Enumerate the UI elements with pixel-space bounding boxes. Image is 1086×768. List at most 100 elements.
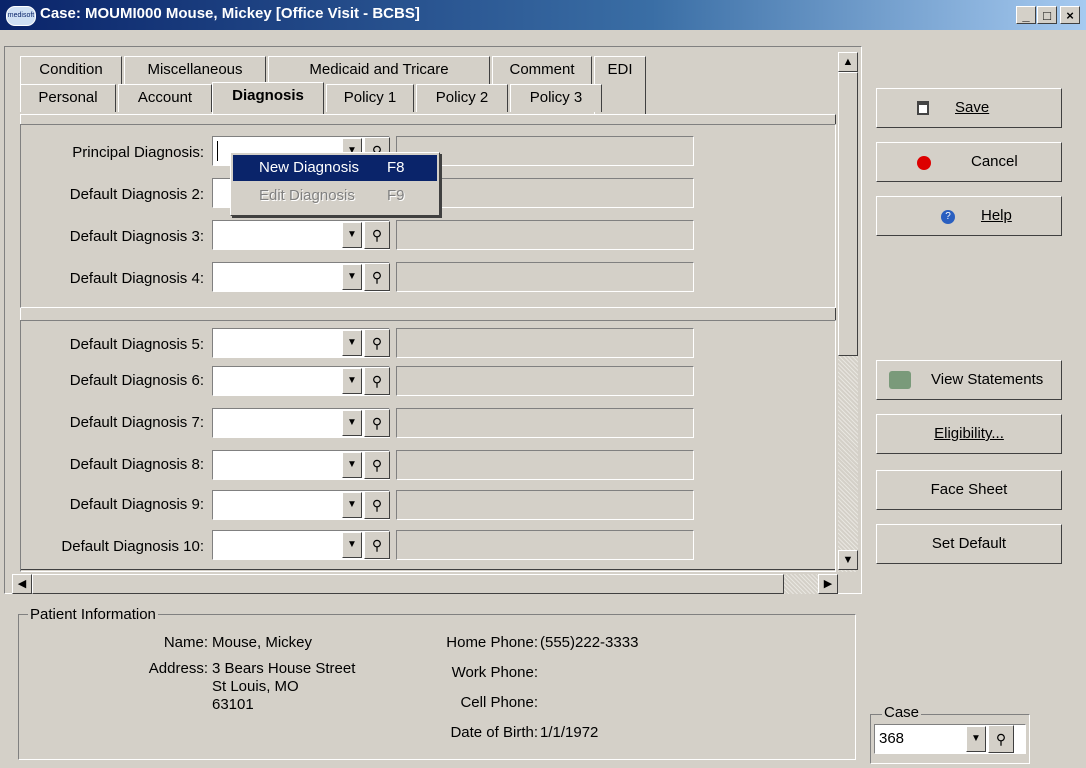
menu-item-shortcut: F9 — [387, 187, 405, 204]
menu-item-shortcut: F8 — [387, 159, 405, 176]
cancel-button-label: Cancel — [971, 153, 1018, 170]
diagnosis-description-2 — [396, 178, 694, 208]
dropdown-arrow-icon[interactable]: ▼ — [342, 330, 362, 356]
tab-miscellaneous[interactable]: Miscellaneous — [124, 56, 266, 84]
app-icon[interactable]: medisoft — [6, 6, 36, 26]
diagnosis-label-3: Default Diagnosis 3: — [69, 228, 204, 245]
close-button[interactable]: × — [1060, 6, 1080, 24]
lookup-magnifier-icon[interactable]: ⚲ — [364, 329, 390, 357]
diagnosis-context-menu: New Diagnosis F8 Edit Diagnosis F9 — [230, 152, 440, 216]
tab-diagnosis[interactable]: Diagnosis — [212, 82, 324, 114]
patient-name: Mouse, Mickey — [212, 634, 313, 651]
cancel-button[interactable]: Cancel — [876, 142, 1062, 182]
lookup-magnifier-icon[interactable]: ⚲ — [364, 409, 390, 437]
view-statements-label: View Statements — [931, 371, 1044, 388]
lookup-magnifier-icon[interactable]: ⚲ — [364, 451, 390, 479]
diagnosis-label-5: Default Diagnosis 5: — [69, 336, 204, 353]
diagnosis-label-8: Default Diagnosis 8: — [69, 456, 204, 473]
tab-policy-1[interactable]: Policy 1 — [326, 84, 414, 112]
tab-condition[interactable]: Condition — [20, 56, 122, 84]
menu-item-edit-diagnosis[interactable]: Edit Diagnosis F9 — [233, 183, 437, 209]
tab-medicaid-tricare[interactable]: Medicaid and Tricare — [268, 56, 490, 84]
eligibility-label: Eligibility... — [934, 425, 1004, 442]
patient-info-title: Patient Information — [28, 606, 158, 623]
text-cursor — [217, 141, 218, 161]
set-default-button[interactable]: Set Default — [876, 524, 1062, 564]
diagnosis-description-5 — [396, 328, 694, 358]
diagnosis-description-9 — [396, 490, 694, 520]
cancel-icon — [917, 156, 931, 170]
diagnosis-description-3 — [396, 220, 694, 250]
lookup-magnifier-icon[interactable]: ⚲ — [364, 263, 390, 291]
eligibility-button[interactable]: Eligibility... — [876, 414, 1062, 454]
diagnosis-description-7 — [396, 408, 694, 438]
diagnosis-label-10: Default Diagnosis 10: — [61, 538, 204, 555]
vertical-scroll-thumb[interactable] — [838, 72, 858, 356]
dropdown-arrow-icon[interactable]: ▼ — [342, 532, 362, 558]
tab-account[interactable]: Account — [118, 84, 212, 112]
tab-personal[interactable]: Personal — [20, 84, 116, 112]
diagnosis-label-9: Default Diagnosis 9: — [69, 496, 204, 513]
scroll-up-icon[interactable]: ▲ — [838, 52, 858, 72]
view-statements-button[interactable]: View Statements — [876, 360, 1062, 400]
diagnosis-label-1: Principal Diagnosis: — [72, 144, 204, 161]
work-phone-label: Work Phone: — [451, 664, 538, 681]
menu-item-label: New Diagnosis — [259, 159, 360, 176]
lookup-magnifier-icon[interactable]: ⚲ — [364, 531, 390, 559]
address-label: Address: — [148, 660, 208, 677]
diagnosis-description-1 — [396, 136, 694, 166]
help-icon: ? — [941, 210, 955, 224]
address-line-3: 63101 — [212, 696, 254, 713]
dropdown-arrow-icon[interactable]: ▼ — [342, 264, 362, 290]
help-button[interactable]: ? Help — [876, 196, 1062, 236]
lookup-magnifier-icon[interactable]: ⚲ — [364, 367, 390, 395]
diagnosis-label-4: Default Diagnosis 4: — [69, 270, 204, 287]
help-button-label: Help — [981, 207, 1012, 224]
face-sheet-button[interactable]: Face Sheet — [876, 470, 1062, 510]
minimize-button[interactable]: _ — [1016, 6, 1036, 24]
dropdown-arrow-icon[interactable]: ▼ — [342, 452, 362, 478]
home-phone: (555)222-3333 — [540, 634, 639, 651]
menu-item-label: Edit Diagnosis — [259, 187, 355, 204]
diagnosis-label-2: Default Diagnosis 2: — [69, 186, 204, 203]
diagnosis-description-8 — [396, 450, 694, 480]
menu-item-new-diagnosis[interactable]: New Diagnosis F8 — [233, 155, 437, 181]
address-line-2: St Louis, MO — [212, 678, 299, 695]
dropdown-arrow-icon[interactable]: ▼ — [342, 492, 362, 518]
save-button-label: Save — [955, 99, 990, 116]
dropdown-arrow-icon[interactable]: ▼ — [342, 410, 362, 436]
scroll-down-icon[interactable]: ▼ — [838, 550, 858, 570]
name-label: Name: — [163, 634, 208, 651]
horizontal-scroll-thumb[interactable] — [32, 574, 784, 594]
diagnosis-description-4 — [396, 262, 694, 292]
case-label: Case — [882, 704, 922, 721]
diagnosis-description-6 — [396, 366, 694, 396]
dropdown-arrow-icon[interactable]: ▼ — [966, 726, 986, 752]
date-of-birth: 1/1/1972 — [540, 724, 599, 741]
tab-policy-3[interactable]: Policy 3 — [510, 84, 602, 112]
floppy-disk-icon — [917, 101, 929, 115]
diagnosis-label-7: Default Diagnosis 7: — [69, 414, 204, 431]
save-button[interactable]: Save — [876, 88, 1062, 128]
cell-phone-label: Cell Phone: — [460, 694, 538, 711]
window-title: Case: MOUMI000 Mouse, Mickey [Office Vis… — [40, 5, 420, 22]
tab-comment[interactable]: Comment — [492, 56, 592, 84]
case-value: 368 — [879, 730, 905, 747]
dropdown-arrow-icon[interactable]: ▼ — [342, 222, 362, 248]
statements-icon — [889, 371, 911, 389]
maximize-button[interactable]: □ — [1037, 6, 1057, 24]
set-default-label: Set Default — [931, 535, 1007, 552]
dob-label: Date of Birth: — [450, 724, 538, 741]
diagnosis-description-10 — [396, 530, 694, 560]
scroll-left-icon[interactable]: ◀ — [12, 574, 32, 594]
tab-policy-2[interactable]: Policy 2 — [416, 84, 508, 112]
lookup-magnifier-icon[interactable]: ⚲ — [988, 725, 1014, 753]
lookup-magnifier-icon[interactable]: ⚲ — [364, 491, 390, 519]
address-line-1: 3 Bears House Street — [212, 660, 356, 677]
dropdown-arrow-icon[interactable]: ▼ — [342, 368, 362, 394]
lookup-magnifier-icon[interactable]: ⚲ — [364, 221, 390, 249]
scroll-right-icon[interactable]: ▶ — [818, 574, 838, 594]
diagnosis-label-6: Default Diagnosis 6: — [69, 372, 204, 389]
face-sheet-label: Face Sheet — [930, 481, 1008, 498]
home-phone-label: Home Phone: — [446, 634, 538, 651]
